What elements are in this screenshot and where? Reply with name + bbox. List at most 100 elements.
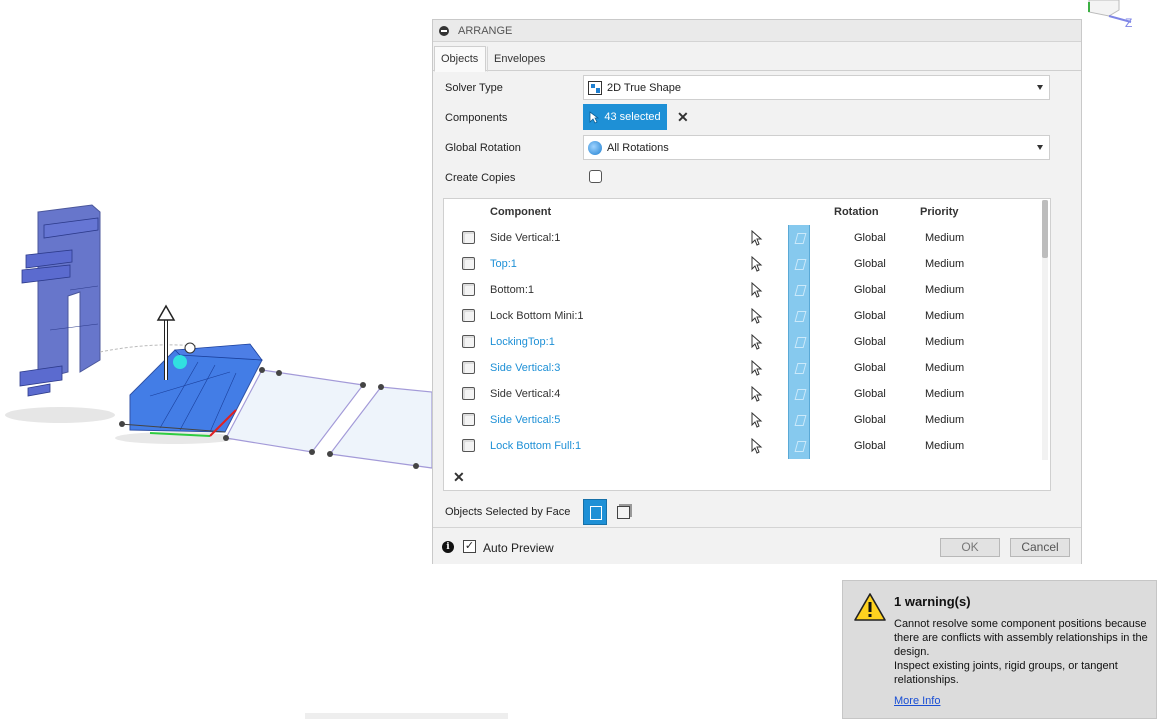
face-selection-button[interactable] xyxy=(583,499,607,525)
table-row[interactable]: Side Vertical:3 Global Medium xyxy=(444,355,1042,381)
priority-value[interactable]: Medium xyxy=(925,440,964,452)
pick-button[interactable] xyxy=(788,277,810,303)
table-row[interactable]: Side Vertical:4 Global Medium xyxy=(444,381,1042,407)
pick-button[interactable] xyxy=(788,433,810,459)
component-icon xyxy=(462,335,475,348)
table-row[interactable]: Side Vertical:5 Global Medium xyxy=(444,407,1042,433)
view-cube[interactable]: Z xyxy=(1079,0,1139,30)
components-label: Components xyxy=(445,112,508,124)
select-cursor-icon[interactable] xyxy=(750,438,764,454)
select-cursor-icon[interactable] xyxy=(750,256,764,272)
rotation-value[interactable]: Global xyxy=(854,362,886,374)
pick-button[interactable] xyxy=(788,381,810,407)
solver-2d-icon xyxy=(588,80,602,95)
rotation-value[interactable]: Global xyxy=(854,232,886,244)
scrollbar-thumb[interactable] xyxy=(1042,200,1048,258)
cursor-arrow-icon xyxy=(589,110,600,124)
priority-value[interactable]: Medium xyxy=(925,284,964,296)
info-icon[interactable]: i xyxy=(442,541,454,553)
remove-item-icon[interactable]: ✕ xyxy=(453,469,465,486)
auto-preview-label: Auto Preview xyxy=(483,541,554,555)
component-name: Side Vertical:5 xyxy=(490,414,561,426)
clear-selection-icon[interactable]: ✕ xyxy=(677,109,689,126)
global-rotation-value: All Rotations xyxy=(607,141,669,154)
dialog-title: ARRANGE xyxy=(458,24,513,37)
component-icon xyxy=(462,257,475,270)
priority-value[interactable]: Medium xyxy=(925,388,964,400)
rotation-value[interactable]: Global xyxy=(854,310,886,322)
component-name: LockingTop:1 xyxy=(490,336,555,348)
pick-button[interactable] xyxy=(788,355,810,381)
priority-value[interactable]: Medium xyxy=(925,310,964,322)
chevron-down-icon xyxy=(1037,85,1043,90)
select-cursor-icon[interactable] xyxy=(750,230,764,246)
tab-envelopes[interactable]: Envelopes xyxy=(487,46,553,72)
chevron-down-icon xyxy=(1037,145,1043,150)
priority-value[interactable]: Medium xyxy=(925,258,964,270)
pick-button[interactable] xyxy=(788,407,810,433)
cancel-button[interactable]: Cancel xyxy=(1010,538,1070,557)
select-cursor-icon[interactable] xyxy=(750,412,764,428)
select-cursor-icon[interactable] xyxy=(750,282,764,298)
rotation-value[interactable]: Global xyxy=(854,336,886,348)
solver-type-select[interactable]: 2D True Shape xyxy=(583,75,1050,100)
rotation-value[interactable]: Global xyxy=(854,440,886,452)
axis-z-label: Z xyxy=(1125,16,1132,30)
pick-button[interactable] xyxy=(788,225,810,251)
rotation-value[interactable]: Global xyxy=(854,414,886,426)
table-row[interactable]: Bottom:1 Global Medium xyxy=(444,277,1042,303)
header-priority[interactable]: Priority xyxy=(920,206,959,218)
create-copies-checkbox[interactable] xyxy=(589,170,602,183)
model-tall-part[interactable] xyxy=(19,204,101,397)
component-name: Lock Bottom Full:1 xyxy=(490,440,582,452)
select-cursor-icon[interactable] xyxy=(750,386,764,402)
rotation-value[interactable]: Global xyxy=(854,388,886,400)
navigation-toolbar[interactable] xyxy=(305,713,508,719)
components-selection-button[interactable]: 43 selected xyxy=(583,104,667,130)
pick-button[interactable] xyxy=(788,251,810,277)
warning-line-2: Inspect existing joints, rigid groups, o… xyxy=(894,660,1118,686)
warning-icon xyxy=(854,593,886,621)
table-row[interactable]: LockingTop:1 Global Medium xyxy=(444,329,1042,355)
rotation-value[interactable]: Global xyxy=(854,258,886,270)
priority-value[interactable]: Medium xyxy=(925,414,964,426)
objects-selected-by-face-label: Objects Selected by Face xyxy=(445,506,571,518)
select-cursor-icon[interactable] xyxy=(750,334,764,350)
global-rotation-select[interactable]: All Rotations xyxy=(583,135,1050,160)
dialog-header[interactable]: ARRANGE xyxy=(433,20,1081,42)
component-icon xyxy=(462,387,475,400)
global-rotation-label: Global Rotation xyxy=(445,142,521,154)
select-cursor-icon[interactable] xyxy=(750,308,764,324)
component-icon xyxy=(462,283,475,296)
body-selection-button[interactable] xyxy=(613,502,633,522)
pick-button[interactable] xyxy=(788,329,810,355)
component-icon xyxy=(462,413,475,426)
tab-objects[interactable]: Objects xyxy=(434,46,486,72)
auto-preview-checkbox[interactable]: ✓ xyxy=(463,540,476,553)
component-icon xyxy=(462,439,475,452)
priority-value[interactable]: Medium xyxy=(925,362,964,374)
rotation-icon xyxy=(588,140,602,155)
component-name: Top:1 xyxy=(490,258,517,270)
header-rotation[interactable]: Rotation xyxy=(834,206,879,218)
ok-button[interactable]: OK xyxy=(940,538,1000,557)
components-table: Component Rotation Priority Side Vertica… xyxy=(443,198,1051,491)
rotation-value[interactable]: Global xyxy=(854,284,886,296)
select-cursor-icon[interactable] xyxy=(750,360,764,376)
component-icon xyxy=(462,361,475,374)
pick-button[interactable] xyxy=(788,303,810,329)
create-copies-label: Create Copies xyxy=(445,172,516,184)
priority-value[interactable]: Medium xyxy=(925,232,964,244)
tab-bar: Objects Envelopes xyxy=(433,43,1081,72)
warning-line-1: Cannot resolve some component positions … xyxy=(894,618,1148,658)
priority-value[interactable]: Medium xyxy=(925,336,964,348)
collapse-icon[interactable] xyxy=(439,25,449,36)
table-row[interactable]: Lock Bottom Mini:1 Global Medium xyxy=(444,303,1042,329)
component-name: Bottom:1 xyxy=(490,284,535,296)
arrange-dialog: ARRANGE Objects Envelopes Solver Type 2D… xyxy=(432,19,1082,564)
table-row[interactable]: Lock Bottom Full:1 Global Medium xyxy=(444,433,1042,459)
table-row[interactable]: Side Vertical:1 Global Medium xyxy=(444,225,1042,251)
table-row[interactable]: Top:1 Global Medium xyxy=(444,251,1042,277)
more-info-link[interactable]: More Info xyxy=(894,695,940,707)
header-component: Component xyxy=(490,206,552,218)
